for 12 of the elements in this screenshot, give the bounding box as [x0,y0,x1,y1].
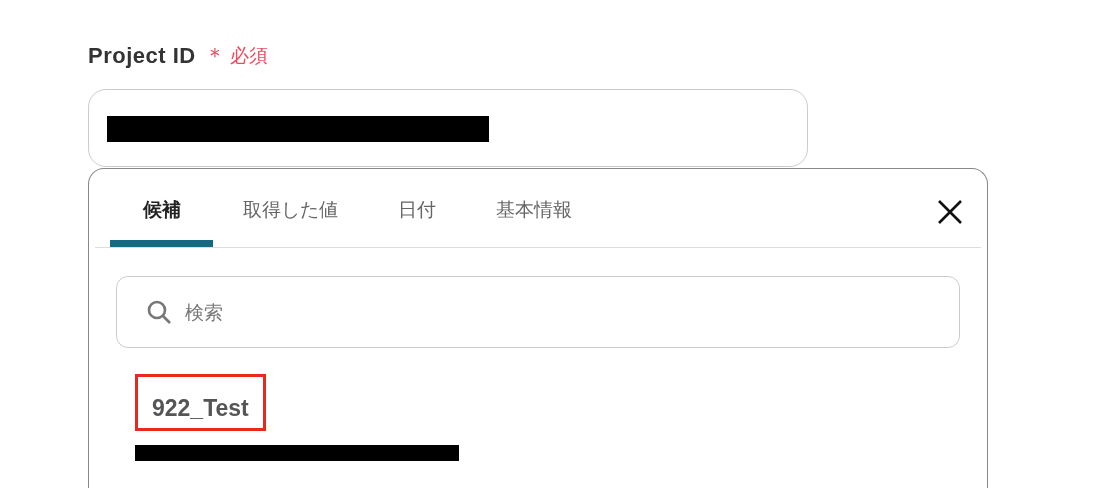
input-field[interactable] [88,89,808,167]
tab[interactable]: 候補 [110,197,213,247]
option-item[interactable]: 922_Test [135,374,266,431]
required-text: 必須 [229,43,268,68]
tab[interactable]: 基本情報 [496,197,572,247]
tab[interactable]: 日付 [398,197,436,247]
search-icon [146,299,172,325]
field-label: Project ID [88,43,196,69]
tab[interactable]: 取得した値 [243,197,338,247]
required-mark: ＊ [203,42,226,70]
close-icon[interactable] [937,199,963,225]
search-field[interactable]: 検索 [116,276,960,348]
